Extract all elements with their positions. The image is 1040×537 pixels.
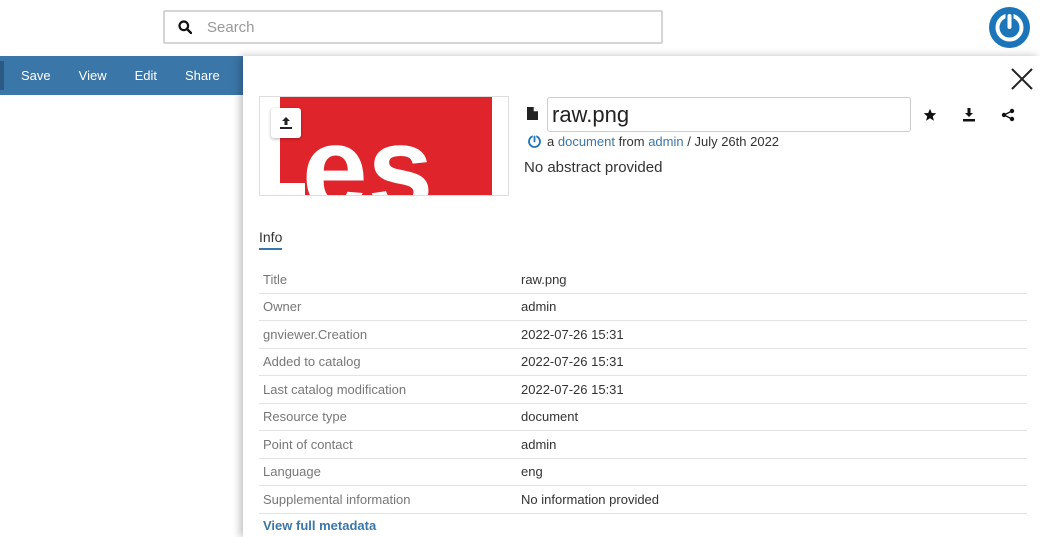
row-value: 2022-07-26 15:31 — [521, 381, 624, 397]
power-small-icon — [527, 134, 542, 149]
search-box[interactable] — [163, 10, 663, 44]
table-row: Last catalog modification 2022-07-26 15:3… — [259, 376, 1027, 404]
table-row: Title raw.png — [259, 266, 1027, 294]
row-value: eng — [521, 464, 543, 480]
owner-link[interactable]: admin — [521, 299, 556, 314]
row-label: Supplemental information — [263, 491, 411, 507]
resource-abstract: No abstract provided — [524, 159, 663, 176]
byline-prefix: a — [547, 134, 555, 149]
search-input[interactable] — [205, 13, 661, 41]
search-icon — [165, 20, 205, 34]
resource-byline: a document from admin / July 26th 2022 — [527, 134, 779, 149]
byline-date: / July 26th 2022 — [687, 134, 780, 149]
row-label: Last catalog modification — [263, 381, 407, 397]
view-button[interactable]: View — [65, 56, 121, 95]
table-row: Point of contact admin — [259, 431, 1027, 459]
download-icon[interactable] — [960, 106, 978, 124]
file-icon — [527, 107, 538, 125]
row-label: Owner — [263, 299, 302, 315]
row-label: Point of contact — [263, 436, 353, 452]
edit-button[interactable]: Edit — [121, 56, 171, 95]
table-row: Language eng — [259, 459, 1027, 486]
view-full-metadata-link[interactable]: View full metadata — [263, 518, 376, 533]
point-of-contact-link[interactable]: admin — [521, 437, 556, 452]
thumbnail-text: es — [302, 103, 433, 196]
close-icon[interactable] — [1010, 67, 1034, 91]
row-label: Resource type — [263, 409, 347, 425]
table-row: gnviewer.Creation 2022-07-26 15:31 — [259, 321, 1027, 349]
toolbar: Save View Edit Share — [0, 56, 245, 95]
table-row: Supplemental information No information p… — [259, 486, 1027, 514]
table-row: Owner admin — [259, 294, 1027, 321]
row-label: Language — [263, 464, 321, 480]
byline-from: from — [618, 134, 645, 149]
toolbar-accent — [0, 61, 4, 90]
table-row: Added to catalog 2022-07-26 15:31 — [259, 349, 1027, 376]
resource-thumbnail: es — [259, 96, 509, 196]
row-label: Added to catalog — [263, 354, 361, 370]
byline-type-link[interactable]: document — [558, 134, 615, 149]
title-input[interactable] — [547, 97, 911, 132]
upload-icon[interactable] — [271, 108, 301, 138]
power-logo-icon[interactable] — [989, 7, 1030, 48]
resource-type-link[interactable]: document — [521, 409, 578, 424]
tab-info[interactable]: Info — [259, 229, 283, 250]
byline-owner-link[interactable]: admin — [648, 134, 683, 149]
info-table: Title raw.png Owner admin gnviewer.Creatio… — [259, 266, 1027, 514]
save-button[interactable]: Save — [0, 56, 65, 95]
row-value: 2022-07-26 15:31 — [521, 354, 624, 370]
row-label: gnviewer.Creation — [263, 326, 368, 342]
row-value: No information provided — [521, 491, 660, 507]
row-value: raw.png — [521, 271, 567, 287]
star-icon[interactable] — [921, 106, 939, 124]
share-button[interactable]: Share — [171, 56, 234, 95]
row-value: 2022-07-26 15:31 — [521, 326, 624, 342]
resource-detail-panel: es a document from admin / July 26th 202… — [243, 56, 1040, 537]
row-label: Title — [263, 271, 288, 287]
share-icon[interactable] — [999, 106, 1017, 124]
table-row: Resource type document — [259, 404, 1027, 431]
